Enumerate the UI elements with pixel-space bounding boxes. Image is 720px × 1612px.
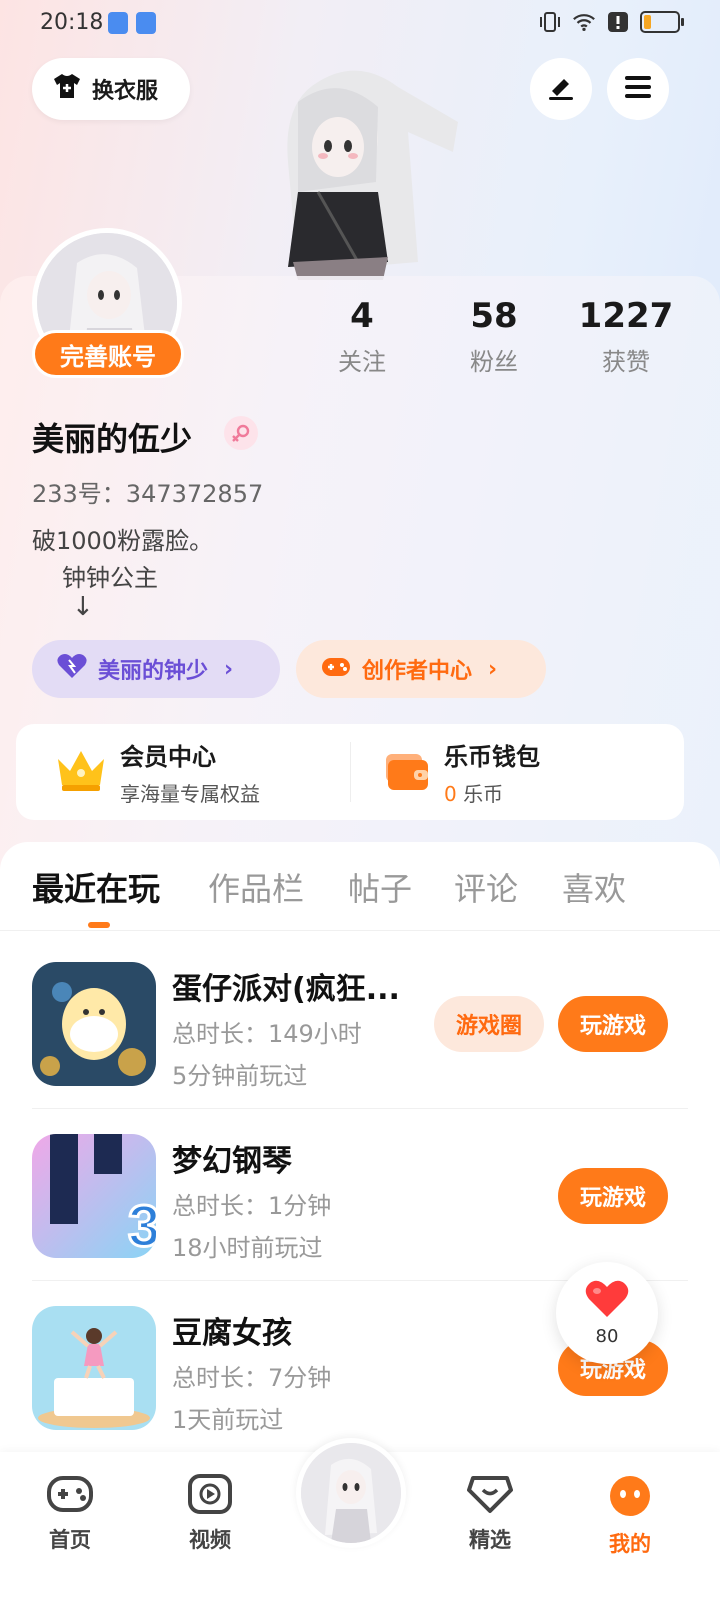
creator-center-button[interactable]: 创作者中心 › (296, 640, 546, 698)
heart-icon (584, 1279, 630, 1324)
nav-featured-label: 精选 (469, 1528, 511, 1552)
app-notification-icon (108, 12, 128, 34)
nav-avatar-button[interactable] (296, 1438, 406, 1548)
username: 美丽的伍少 (32, 420, 193, 458)
alert-icon (606, 10, 630, 34)
vibrate-icon (538, 10, 562, 34)
tab-recently-played[interactable]: 最近在玩 (32, 864, 160, 910)
edit-icon (546, 73, 576, 105)
status-icons (538, 10, 684, 34)
tshirt-icon (52, 72, 82, 106)
game-last-played: 18小时前玩过 (172, 1234, 323, 1262)
likes-label: 获赞 (602, 348, 650, 376)
chevron-right-icon: › (488, 656, 498, 682)
play-game-button[interactable]: 玩游戏 (558, 996, 668, 1052)
heart-shield-icon (467, 1474, 513, 1518)
divider (0, 930, 720, 931)
tab-works[interactable]: 作品栏 (208, 864, 304, 910)
nav-me[interactable]: 我的 (585, 1474, 675, 1558)
crown-icon (54, 745, 108, 799)
tab-posts[interactable]: 帖子 (348, 864, 412, 910)
nav-video-label: 视频 (189, 1528, 231, 1552)
member-card: 会员中心 享海量专属权益 乐币钱包 0 乐币 (16, 724, 684, 820)
fan-group-label: 美丽的钟少 (98, 659, 209, 684)
change-outfit-label: 换衣服 (92, 79, 159, 104)
eggy-party-game-icon (32, 962, 156, 1086)
avatar-figure[interactable] (258, 62, 458, 280)
complete-account-button[interactable]: 完善账号 (32, 330, 184, 378)
bio-line-3: ↓ (72, 592, 94, 622)
fan-group-button[interactable]: 美丽的钟少 › (32, 640, 280, 698)
game-name: 豆腐女孩 (172, 1316, 292, 1351)
svg-text:3: 3 (128, 1194, 156, 1258)
vip-center-title: 会员中心 (120, 743, 216, 771)
wallet-icon (382, 746, 432, 798)
wallet-amount: 0 (444, 782, 457, 806)
nav-home[interactable]: 首页 (25, 1474, 115, 1554)
wallet-entry[interactable]: 乐币钱包 0 乐币 (382, 724, 540, 820)
stat-likes[interactable]: 1227 获赞 (556, 296, 696, 377)
tab-comments[interactable]: 评论 (454, 864, 518, 910)
wallet-balance: 0 乐币 (444, 778, 540, 807)
dream-piano-game-icon: 3 (32, 1134, 156, 1258)
status-time: 20:18 (40, 10, 104, 35)
battery-icon (640, 11, 684, 33)
followers-count: 58 (470, 296, 518, 336)
game-duration: 总时长：7分钟 (172, 1364, 332, 1392)
nav-me-label: 我的 (609, 1532, 651, 1556)
bottom-nav: 首页 视频 精选 我的 (0, 1438, 720, 1612)
stat-followers[interactable]: 58 粉丝 (424, 296, 564, 377)
change-outfit-button[interactable]: 换衣服 (32, 58, 190, 120)
female-gender-icon (224, 416, 258, 450)
play-game-button[interactable]: 玩游戏 (558, 1168, 668, 1224)
game-last-played: 1天前玩过 (172, 1406, 284, 1434)
divider (32, 1108, 688, 1109)
nav-featured[interactable]: 精选 (445, 1474, 535, 1554)
divider (350, 742, 351, 802)
status-bar: 20:18 (0, 0, 720, 48)
following-label: 关注 (338, 348, 386, 376)
following-count: 4 (350, 296, 374, 336)
game-name: 梦幻钢琴 (172, 1144, 292, 1179)
gamepad-icon (46, 1474, 94, 1518)
tofu-girl-game-icon (32, 1306, 156, 1430)
tab-likes[interactable]: 喜欢 (562, 864, 626, 910)
game-duration: 总时长：149小时 (172, 1020, 362, 1048)
stat-following[interactable]: 4 关注 (292, 296, 432, 377)
video-icon (188, 1474, 232, 1518)
app-notification-icon (136, 12, 156, 34)
edit-profile-button[interactable] (530, 58, 592, 120)
floating-like-button[interactable]: 80 (556, 1262, 658, 1364)
bio-line-1: 破1000粉露脸。 (32, 527, 214, 555)
likes-count: 1227 (578, 296, 674, 336)
nav-home-label: 首页 (49, 1528, 91, 1552)
nav-video[interactable]: 视频 (165, 1474, 255, 1554)
user-id: 233号：347372857 (32, 480, 264, 508)
game-name: 蛋仔派对(疯狂... (172, 972, 400, 1007)
vip-center-entry[interactable]: 会员中心 享海量专属权益 (54, 724, 260, 820)
wallet-title: 乐币钱包 (444, 743, 540, 771)
chevron-right-icon: › (224, 656, 234, 682)
wallet-unit: 乐币 (456, 782, 504, 806)
active-tab-indicator (88, 922, 110, 928)
game-duration: 总时长：1分钟 (172, 1192, 332, 1220)
profile-face-icon (608, 1474, 652, 1522)
purple-heart-icon (56, 652, 88, 686)
game-circle-button[interactable]: 游戏圈 (434, 996, 544, 1052)
game-last-played: 5分钟前玩过 (172, 1062, 308, 1090)
creator-center-label: 创作者中心 (362, 659, 473, 684)
menu-icon (623, 74, 653, 104)
vip-center-subtitle: 享海量专属权益 (120, 782, 260, 806)
followers-label: 粉丝 (470, 348, 518, 376)
like-count: 80 (595, 1326, 619, 1347)
wifi-icon (572, 10, 596, 34)
menu-button[interactable] (607, 58, 669, 120)
bio-line-2: 钟钟公主 (62, 564, 158, 592)
gamepad-icon (320, 653, 352, 685)
